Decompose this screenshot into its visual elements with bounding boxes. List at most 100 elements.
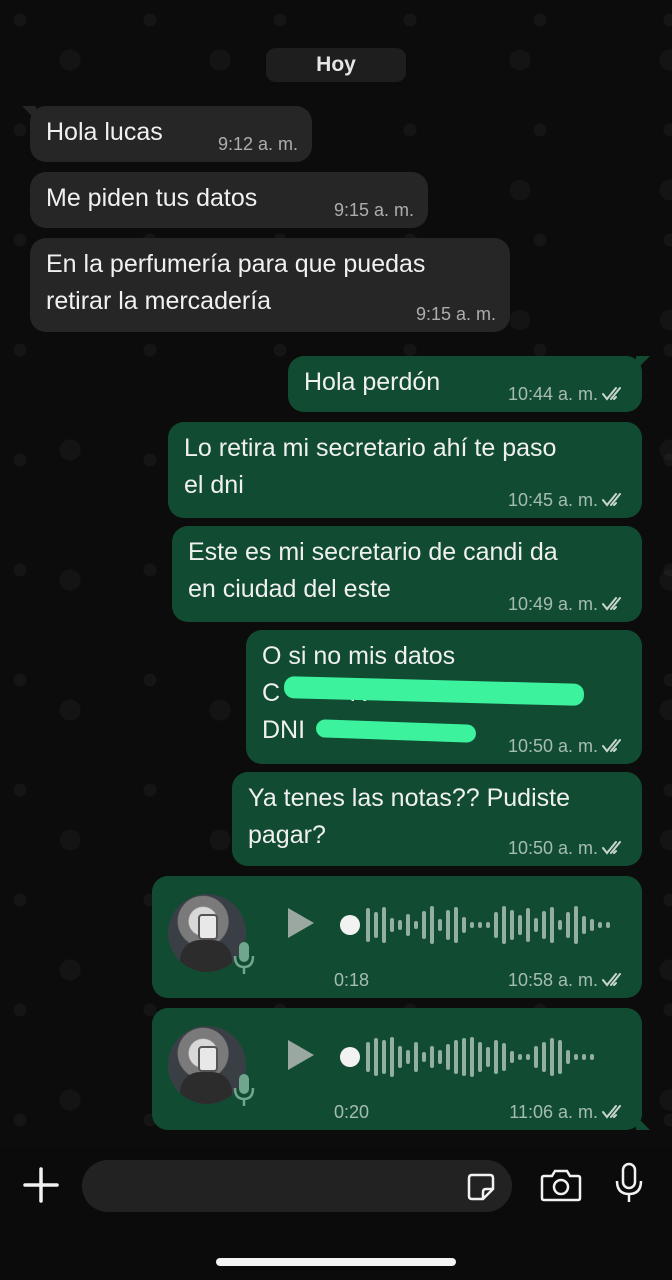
camera-icon[interactable] bbox=[540, 1168, 582, 1202]
message-input[interactable] bbox=[82, 1160, 512, 1212]
message-meta: 10:58 a. m. bbox=[508, 970, 628, 990]
message-time: 10:44 a. m. bbox=[507, 384, 598, 404]
message-text: Hola perdón bbox=[304, 368, 441, 396]
waveform-bar bbox=[398, 920, 402, 930]
double-check-icon bbox=[602, 1105, 628, 1119]
waveform-bar bbox=[582, 1054, 586, 1060]
plus-icon[interactable] bbox=[22, 1166, 60, 1204]
message-time: 10:45 a. m. bbox=[507, 490, 598, 510]
message-line: O si no mis datos bbox=[262, 642, 456, 670]
message-meta: 10:44 a. m. bbox=[508, 384, 628, 404]
waveform-bar bbox=[422, 1052, 426, 1062]
waveform-bar bbox=[558, 920, 562, 930]
message-text: Este es mi secretario de candi da en ciu… bbox=[188, 534, 558, 608]
waveform-bar bbox=[382, 907, 386, 943]
incoming-message[interactable]: En la perfumería para que puedas retirar… bbox=[30, 238, 510, 332]
waveform-bar bbox=[414, 921, 418, 929]
waveform-bar bbox=[374, 1038, 378, 1076]
message-time: 9:12 a. m. bbox=[217, 134, 298, 154]
message-text: En la perfumería para que puedas retirar… bbox=[46, 246, 425, 320]
microphone-icon[interactable] bbox=[614, 1162, 644, 1204]
audio-waveform[interactable] bbox=[340, 1032, 594, 1082]
playhead-dot[interactable] bbox=[340, 915, 360, 935]
incoming-message[interactable]: Me piden tus datos 9:15 a. m. bbox=[30, 172, 428, 228]
message-line: retirar la mercadería bbox=[46, 287, 272, 315]
play-icon[interactable] bbox=[286, 906, 316, 940]
waveform-bar bbox=[566, 912, 570, 938]
waveform-bar bbox=[422, 911, 426, 939]
waveform-bar bbox=[462, 917, 466, 933]
waveform-bar bbox=[470, 922, 474, 928]
play-icon[interactable] bbox=[286, 1038, 316, 1072]
waveform-bar bbox=[494, 1040, 498, 1074]
waveform-bar bbox=[542, 911, 546, 939]
waveform-bar bbox=[438, 1050, 442, 1064]
waveform-bar bbox=[430, 906, 434, 944]
message-line: en ciudad del este bbox=[188, 575, 391, 603]
waveform-bar bbox=[454, 907, 458, 943]
waveform-bar bbox=[478, 922, 482, 928]
waveform-bar bbox=[390, 1037, 394, 1077]
waveform-bar bbox=[366, 1042, 370, 1072]
message-meta: 10:50 a. m. bbox=[508, 736, 628, 756]
waveform-bar bbox=[406, 914, 410, 936]
outgoing-message[interactable]: Este es mi secretario de candi da en ciu… bbox=[172, 526, 642, 622]
waveform-bar bbox=[518, 915, 522, 935]
outgoing-message[interactable]: Lo retira mi secretario ahí te paso el d… bbox=[168, 422, 642, 518]
double-check-icon bbox=[602, 973, 628, 987]
waveform-bar bbox=[534, 918, 538, 932]
waveform-bar bbox=[438, 919, 442, 931]
waveform-bar bbox=[478, 1042, 482, 1072]
message-meta: 10:50 a. m. bbox=[508, 838, 628, 858]
message-meta: 10:45 a. m. bbox=[508, 490, 628, 510]
waveform-bar bbox=[406, 1050, 410, 1064]
message-time: 9:15 a. m. bbox=[333, 200, 414, 220]
waveform-bar bbox=[518, 1054, 522, 1060]
message-time: 11:06 a. m. bbox=[509, 1102, 598, 1122]
message-text: Lo retira mi secretario ahí te paso el d… bbox=[184, 430, 556, 504]
waveform-bar bbox=[470, 1037, 474, 1077]
message-time: 10:50 a. m. bbox=[507, 736, 598, 756]
message-text: Me piden tus datos bbox=[46, 184, 258, 212]
waveform-bar bbox=[590, 1054, 594, 1060]
outgoing-message[interactable]: Hola perdón 10:44 a. m. bbox=[288, 356, 650, 412]
incoming-message[interactable]: Hola lucas 9:12 a. m. bbox=[22, 106, 312, 162]
waveform-bar bbox=[446, 910, 450, 940]
home-indicator[interactable] bbox=[216, 1258, 456, 1266]
waveform-bar bbox=[430, 1046, 434, 1068]
waveform-bar bbox=[566, 1050, 570, 1064]
message-time: 10:49 a. m. bbox=[507, 594, 598, 614]
message-line: Ya tenes las notas?? Pudiste bbox=[248, 784, 570, 812]
waveform-bar bbox=[590, 919, 594, 931]
double-check-icon bbox=[602, 739, 628, 753]
message-meta: 11:06 a. m. bbox=[509, 1102, 628, 1122]
outgoing-message[interactable]: Ya tenes las notas?? Pudiste pagar? 10:5… bbox=[232, 772, 642, 866]
waveform-bar bbox=[510, 1051, 514, 1063]
outgoing-message[interactable]: O si no mis datos C R DNI 10:50 a. m. bbox=[246, 630, 642, 764]
waveform-bar bbox=[462, 1038, 466, 1076]
message-meta: 10:49 a. m. bbox=[508, 594, 628, 614]
message-text: Hola lucas bbox=[46, 118, 163, 146]
waveform-bar bbox=[502, 1043, 506, 1071]
waveform-bar bbox=[574, 906, 578, 944]
waveform-bar bbox=[414, 1042, 418, 1072]
double-check-icon bbox=[602, 597, 628, 611]
waveform-bar bbox=[598, 922, 602, 928]
voice-message[interactable]: 0:20 11:06 a. m. bbox=[152, 1008, 650, 1130]
sticker-icon[interactable] bbox=[466, 1172, 496, 1202]
playhead-dot[interactable] bbox=[340, 1047, 360, 1067]
waveform-bar bbox=[550, 1038, 554, 1076]
voice-duration: 0:18 bbox=[334, 970, 370, 990]
voice-message[interactable]: 0:18 10:58 a. m. bbox=[152, 876, 642, 998]
double-check-icon bbox=[602, 493, 628, 507]
chat-screen: Hoy Hola lucas 9:12 a. m. Me piden tus d… bbox=[0, 0, 672, 1280]
message-line: el dni bbox=[184, 471, 244, 499]
double-check-icon bbox=[602, 387, 628, 401]
waveform-bar bbox=[486, 1047, 490, 1067]
waveform-bar bbox=[558, 1040, 562, 1074]
waveform-bar bbox=[550, 907, 554, 943]
audio-waveform[interactable] bbox=[340, 900, 610, 950]
double-check-icon bbox=[602, 841, 628, 855]
waveform-bar bbox=[526, 908, 530, 942]
waveform-bar bbox=[366, 908, 370, 942]
